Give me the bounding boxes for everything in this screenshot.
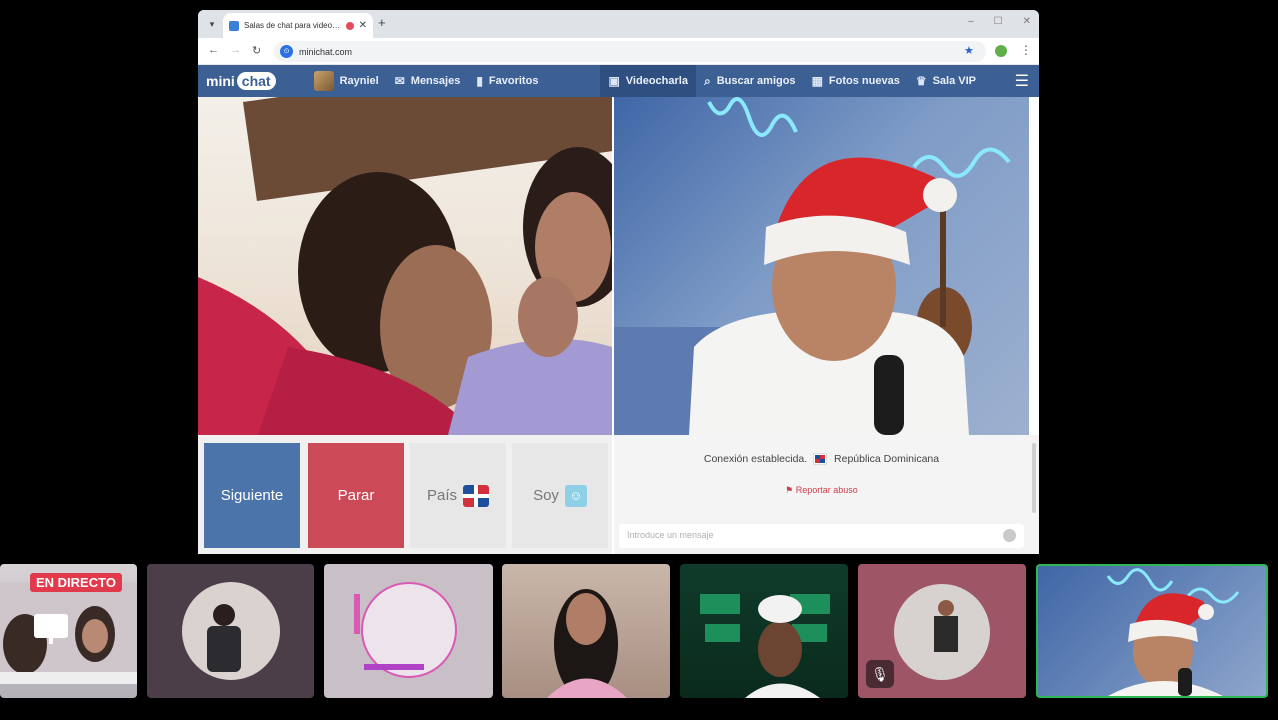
stranger-video-scene — [198, 97, 612, 435]
avatar-figure — [938, 600, 954, 616]
stream-stage: ▾ Salas de chat para videochat ✕ + – ☐ ✕… — [0, 0, 1278, 720]
back-icon[interactable]: ← — [208, 44, 219, 56]
close-tab-icon[interactable]: ✕ — [359, 20, 367, 31]
avatar-graphic — [364, 664, 424, 670]
reload-icon[interactable]: ↻ — [252, 44, 261, 57]
window-controls: – ☐ ✕ — [968, 16, 1031, 27]
chat-scrollbar[interactable] — [1032, 443, 1036, 513]
tab-search-icon[interactable]: ▾ — [204, 16, 220, 32]
avatar — [313, 71, 334, 91]
envelope-icon: ✉ — [394, 74, 405, 88]
chat-panel: Conexión establecida. República Dominica… — [614, 435, 1039, 554]
report-abuse-label: Reportar abuso — [795, 485, 858, 495]
participant-tile[interactable] — [502, 564, 670, 698]
site-info-icon[interactable]: ⊙ — [280, 45, 293, 58]
nav-videochat[interactable]: ▣ Videocharla — [600, 65, 696, 97]
recording-icon — [345, 21, 354, 30]
nav-messages-label: Mensajes — [410, 75, 461, 87]
participant-tile-muted[interactable]: 🎙 — [858, 564, 1026, 698]
tab-title: Salas de chat para videochat — [244, 21, 341, 30]
tab-strip: ▾ Salas de chat para videochat ✕ + – ☐ ✕ — [198, 10, 1039, 38]
close-window-button[interactable]: ✕ — [1023, 16, 1031, 27]
photos-grid-icon: ▦ — [811, 74, 823, 88]
nav-find-friends-label: Buscar amigos — [716, 75, 796, 87]
nav-profile-label: Rayniel — [339, 75, 379, 87]
participant-tile-screen-share[interactable]: EN DIRECTO — [0, 564, 137, 698]
url-text: minichat.com — [299, 46, 353, 57]
browser-window: ▾ Salas de chat para videochat ✕ + – ☐ ✕… — [198, 10, 1039, 554]
message-input[interactable]: Introduce un mensaje — [619, 524, 1024, 548]
participant-tile[interactable] — [147, 564, 314, 698]
stop-button[interactable]: Parar — [308, 443, 404, 548]
next-button[interactable]: Siguiente — [204, 443, 300, 548]
minichat-logo[interactable]: mini chat — [206, 72, 276, 90]
avatar-figure — [213, 604, 235, 626]
address-bar[interactable]: ⊙ minichat.com — [274, 41, 986, 62]
avatar-figure-body — [934, 616, 958, 652]
stop-label: Parar — [337, 487, 375, 504]
minimize-button[interactable]: – — [968, 16, 974, 27]
connection-status: Conexión establecida. República Dominica… — [614, 453, 1029, 466]
address-bar-row: ← → ↻ ⊙ minichat.com ★ ⋮ — [198, 38, 1039, 65]
emoji-icon[interactable] — [1003, 529, 1016, 542]
nav-new-photos-label: Fotos nuevas — [828, 75, 900, 87]
gender-label: Soy — [533, 487, 559, 504]
stranger-video — [198, 97, 612, 435]
flag-icon: ⚑ — [785, 485, 794, 495]
nav-vip[interactable]: ♛ Sala VIP — [908, 65, 984, 97]
nav-messages[interactable]: ✉ Mensajes — [387, 65, 469, 97]
participant-video — [700, 594, 830, 698]
report-abuse-link[interactable]: ⚑ Reportar abuso — [614, 485, 1029, 496]
avatar-figure-body — [207, 626, 241, 672]
favicon-icon — [229, 20, 239, 31]
nav-videochat-label: Videocharla — [625, 75, 688, 87]
tab-minichat[interactable]: Salas de chat para videochat ✕ — [223, 13, 373, 38]
country-label: País — [426, 487, 457, 504]
nav-favorites-label: Favoritos — [488, 75, 539, 87]
participant-video — [547, 589, 627, 698]
screen-share-icon — [34, 614, 68, 644]
muted-mic-icon: 🎙 — [866, 660, 894, 688]
bookmark-star-icon[interactable]: ★ — [964, 44, 974, 57]
own-camera-video — [614, 97, 1029, 435]
logo-prefix: mini — [206, 73, 235, 89]
avatar-graphic — [354, 594, 360, 634]
country-filter-button[interactable]: País — [410, 443, 506, 548]
new-tab-button[interactable]: + — [378, 16, 386, 30]
participant-tile[interactable] — [324, 564, 493, 698]
browser-menu-icon[interactable]: ⋮ — [1020, 43, 1032, 57]
video-chat-icon: ▣ — [608, 74, 620, 88]
dominican-flag-icon — [463, 484, 489, 507]
maximize-button[interactable]: ☐ — [994, 16, 1003, 27]
own-camera-scene — [614, 97, 1011, 435]
connection-status-text: Conexión establecida. — [703, 453, 808, 465]
next-label: Siguiente — [220, 487, 284, 504]
control-panel: Siguiente Parar País Soy ☺ — [198, 435, 612, 554]
hamburger-menu-icon[interactable]: ☰ — [1015, 71, 1029, 91]
nav-find-friends[interactable]: ⌕ Buscar amigos — [696, 65, 804, 97]
partner-country: República Dominicana — [834, 453, 940, 465]
logo-bubble: chat — [236, 72, 276, 90]
nav-favorites[interactable]: ▮ Favoritos — [468, 65, 546, 97]
extension-icon[interactable] — [995, 45, 1007, 57]
bookmark-icon: ▮ — [476, 74, 483, 88]
nav-vip-label: Sala VIP — [932, 75, 976, 87]
nav-profile[interactable]: Rayniel — [306, 65, 387, 97]
nav-new-photos[interactable]: ▦ Fotos nuevas — [804, 65, 908, 97]
gender-filter-button[interactable]: Soy ☺ — [512, 443, 608, 548]
participant-tile-active-speaker[interactable] — [1036, 564, 1268, 698]
country-flag-icon — [813, 453, 828, 466]
search-icon: ⌕ — [703, 73, 711, 88]
participant-tile[interactable] — [680, 564, 848, 698]
live-badge: EN DIRECTO — [30, 573, 122, 592]
user-icon: ☺ — [564, 484, 587, 507]
site-navbar: mini chat Rayniel ✉ Mensajes ▮ Favoritos… — [198, 65, 1039, 97]
forward-icon[interactable]: → — [230, 44, 241, 56]
crown-icon: ♛ — [915, 74, 927, 88]
participant-video — [1106, 568, 1240, 696]
